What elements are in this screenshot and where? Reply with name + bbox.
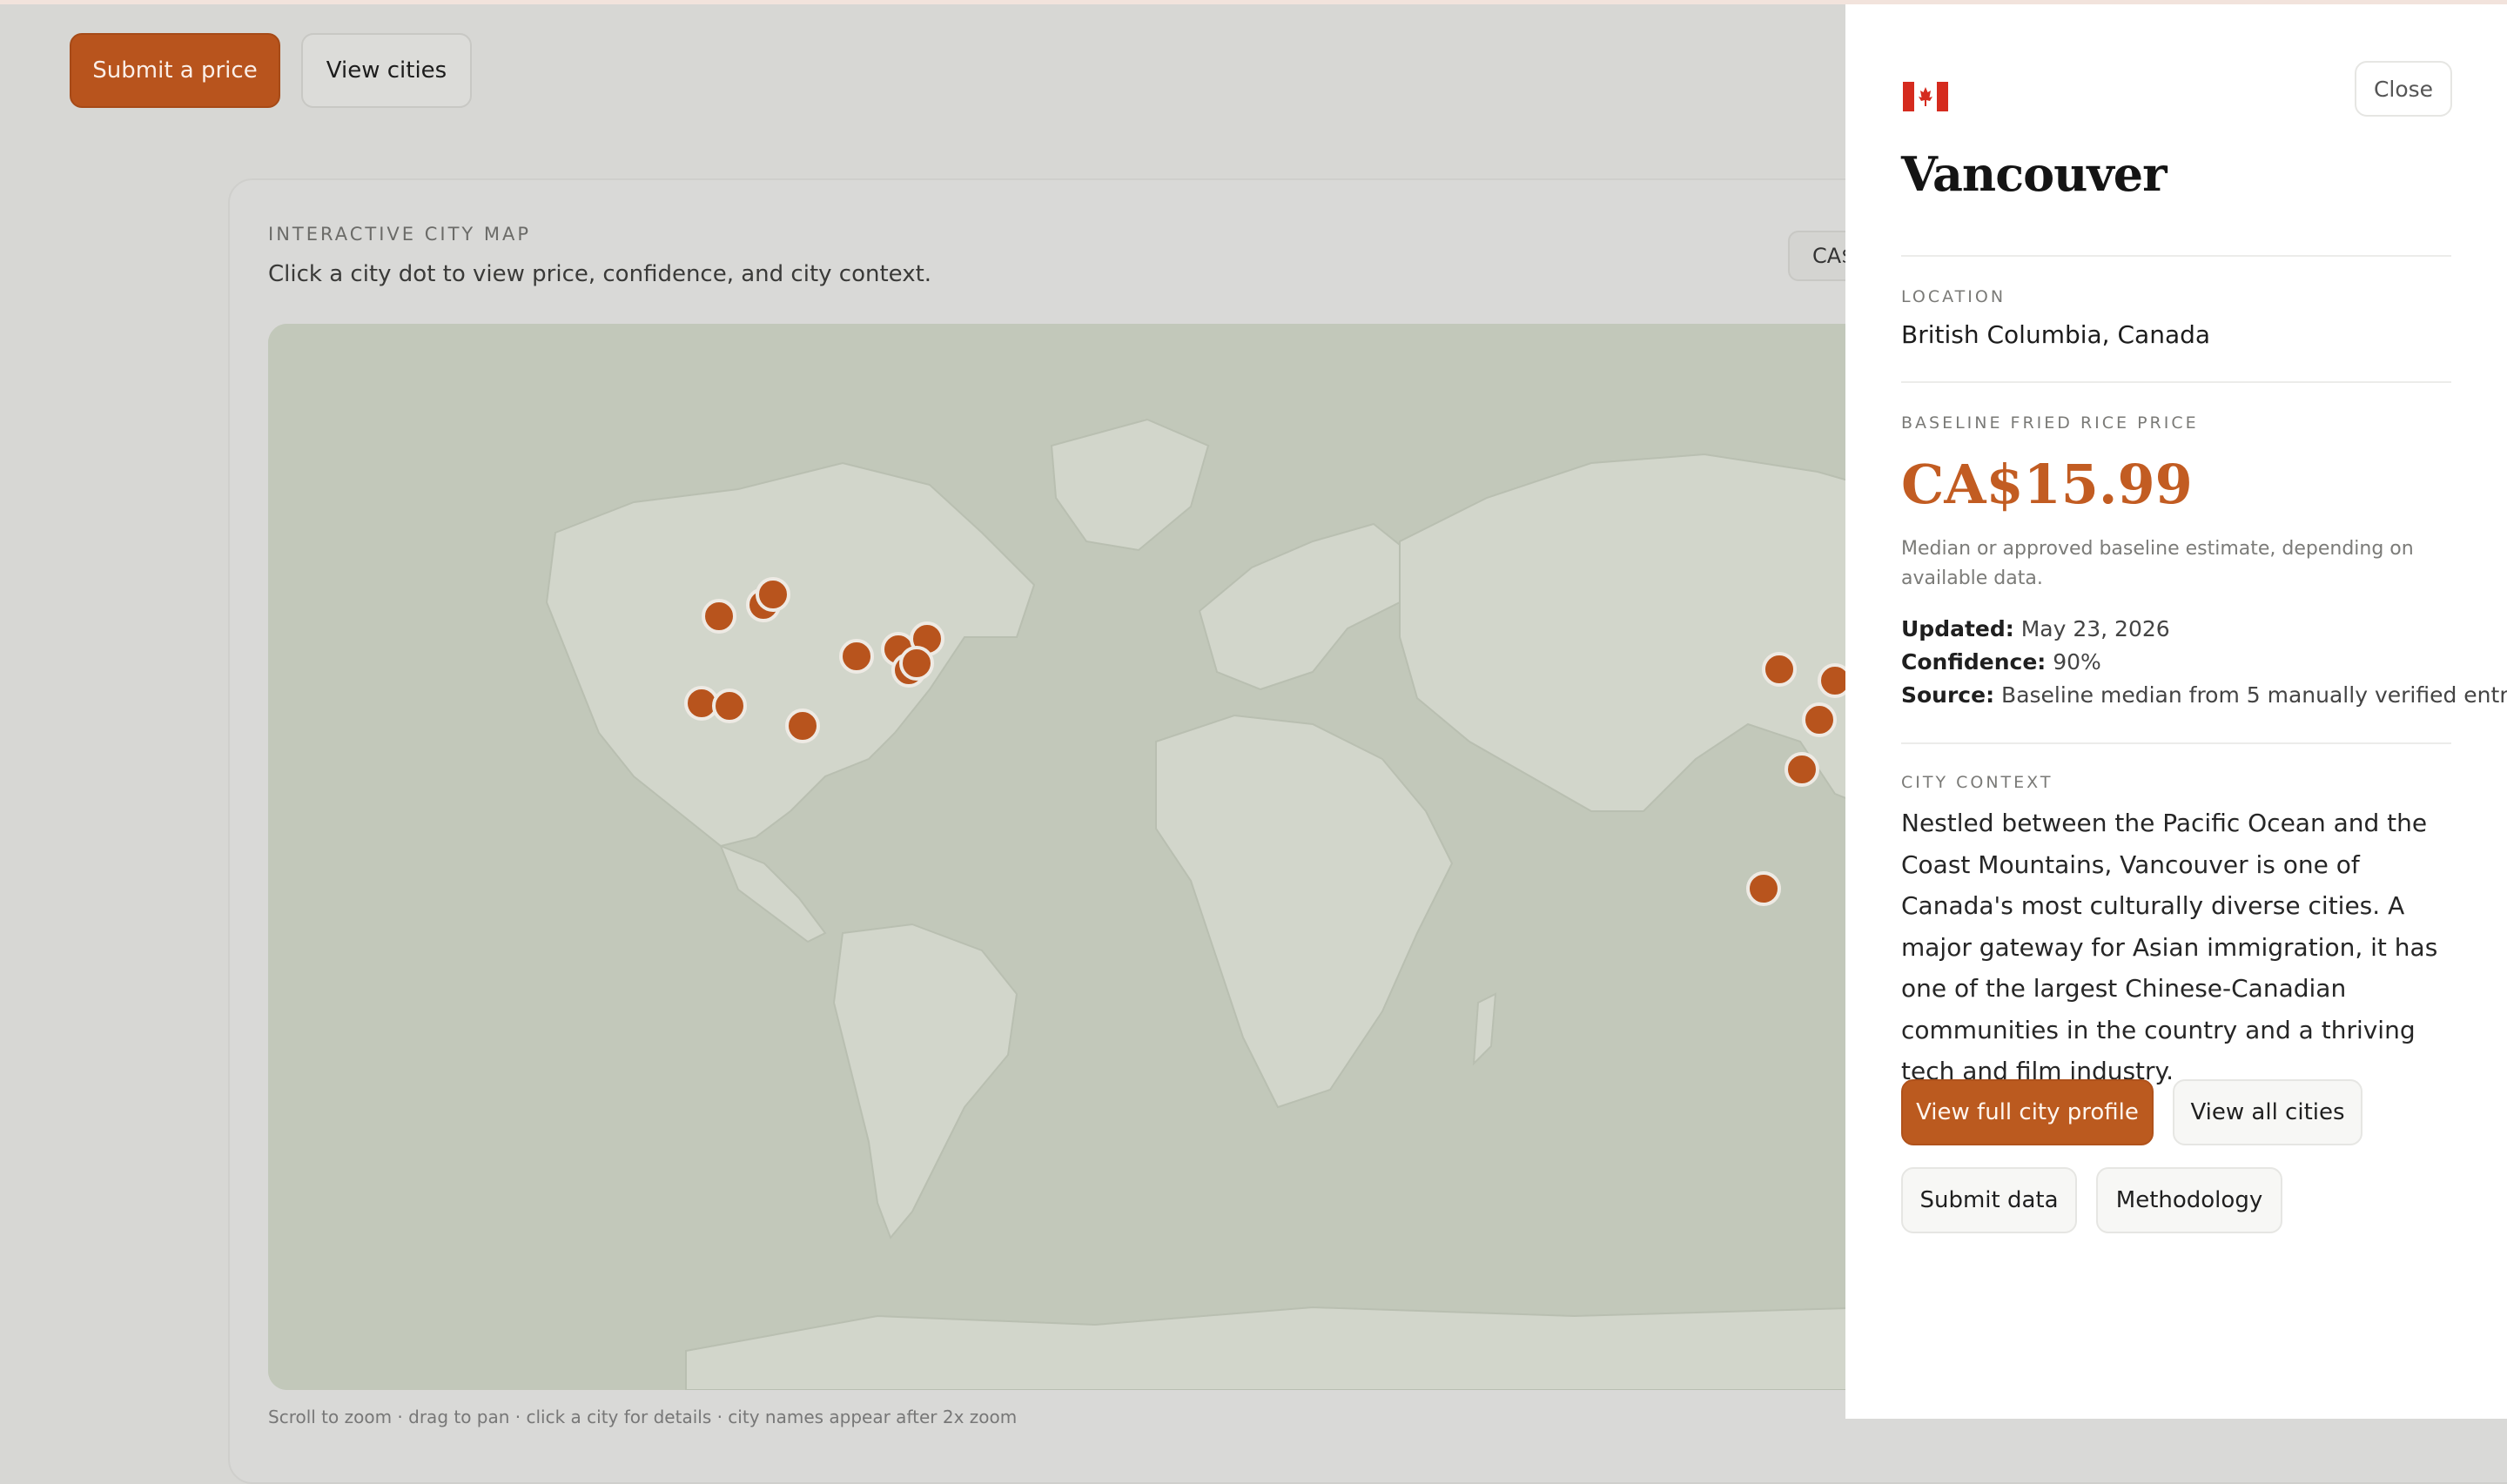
updated-label: Updated: xyxy=(1901,616,2014,641)
city-marker[interactable] xyxy=(1784,752,1819,787)
city-marker[interactable] xyxy=(1746,871,1781,906)
city-marker[interactable] xyxy=(785,708,820,743)
confidence-value: 90% xyxy=(2053,649,2101,675)
city-context-label: CITY CONTEXT xyxy=(1901,773,2053,792)
updated-value: May 23, 2026 xyxy=(2020,616,2170,641)
canada-flag-icon xyxy=(1903,82,1948,111)
methodology-button[interactable]: Methodology xyxy=(2096,1167,2282,1233)
submit-data-button[interactable]: Submit data xyxy=(1901,1167,2077,1233)
city-name-heading: Vancouver xyxy=(1901,146,2168,202)
city-marker[interactable] xyxy=(702,599,736,634)
map-eyebrow: INTERACTIVE CITY MAP xyxy=(268,224,532,245)
location-label: LOCATION xyxy=(1901,287,2006,306)
view-cities-button[interactable]: View cities xyxy=(301,33,472,108)
city-marker[interactable] xyxy=(1762,652,1797,687)
location-value: British Columbia, Canada xyxy=(1901,320,2211,349)
city-marker[interactable] xyxy=(839,639,874,674)
divider xyxy=(1901,381,2451,383)
source-value: Baseline median from 5 manually verified… xyxy=(2001,682,2507,708)
map-subtitle: Click a city dot to view price, confiden… xyxy=(268,261,932,287)
price-value: CA$15.99 xyxy=(1901,453,2193,516)
city-markers xyxy=(684,577,1852,906)
divider xyxy=(1901,255,2451,257)
confidence-row: Confidence: 90% xyxy=(1901,649,2101,675)
map-hint: Scroll to zoom · drag to pan · click a c… xyxy=(268,1407,1018,1427)
city-marker[interactable] xyxy=(899,646,934,681)
divider xyxy=(1901,742,2451,744)
source-row: Source: Baseline median from 5 manually … xyxy=(1901,682,2507,708)
price-note: Median or approved baseline estimate, de… xyxy=(1901,538,2414,589)
city-context-text: Nestled between the Pacific Ocean and th… xyxy=(1901,809,2438,1085)
city-marker[interactable] xyxy=(712,688,747,723)
submit-price-button[interactable]: Submit a price xyxy=(70,33,280,108)
city-marker[interactable] xyxy=(1802,702,1837,737)
confidence-label: Confidence: xyxy=(1901,649,2047,675)
price-label: BASELINE FRIED RICE PRICE xyxy=(1901,413,2199,433)
view-full-city-profile-button[interactable]: View full city profile xyxy=(1901,1079,2154,1145)
source-label: Source: xyxy=(1901,682,1995,708)
world-map[interactable] xyxy=(268,324,1879,1390)
city-marker[interactable] xyxy=(756,577,790,612)
close-button[interactable]: Close xyxy=(2355,61,2452,117)
updated-row: Updated: May 23, 2026 xyxy=(1901,616,2170,641)
view-all-cities-button[interactable]: View all cities xyxy=(2173,1079,2362,1145)
